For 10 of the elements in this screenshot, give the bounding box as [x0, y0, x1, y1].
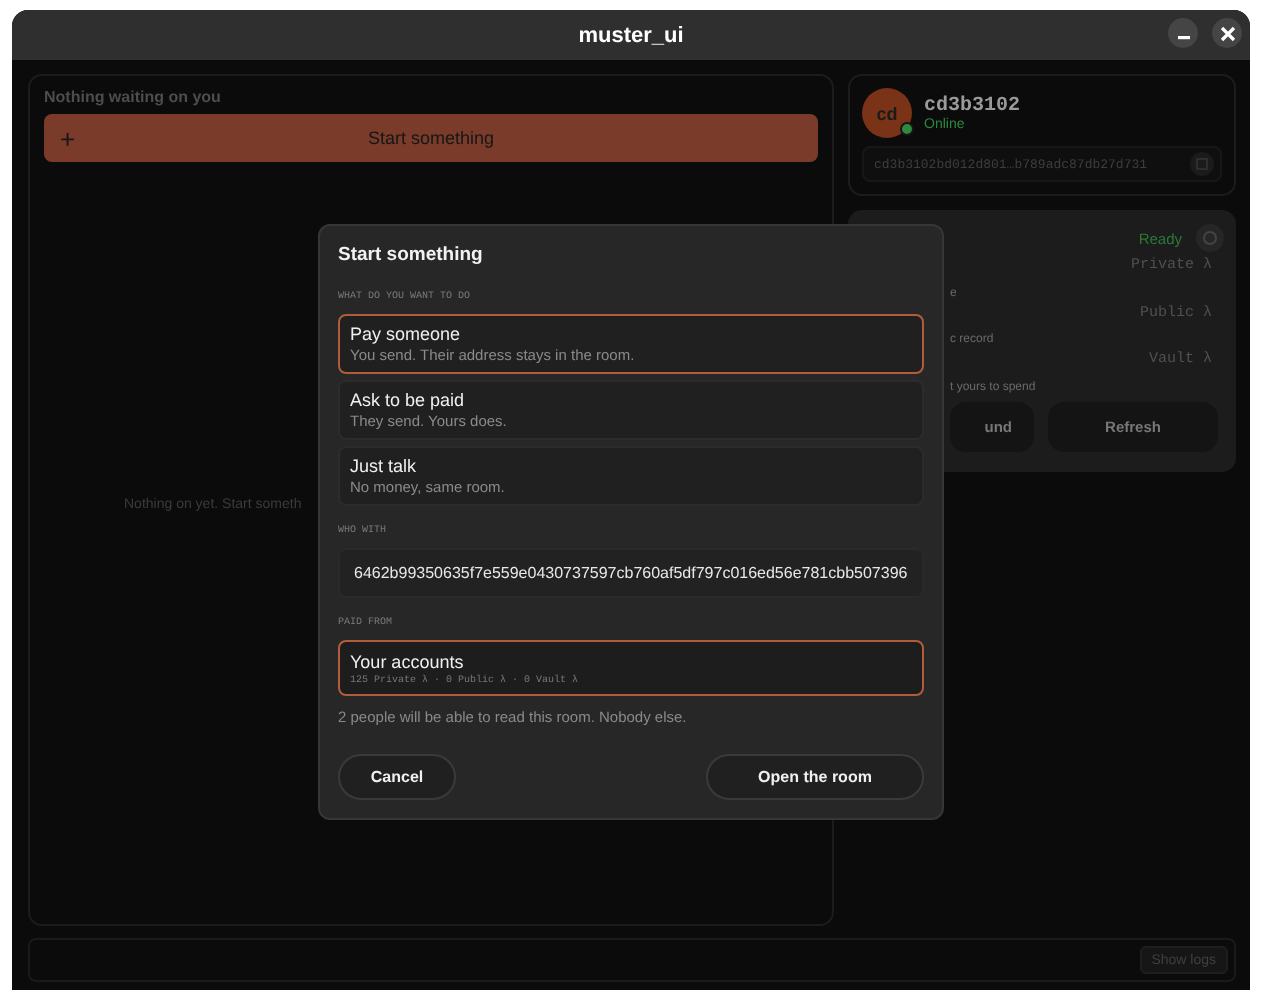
user-name: cd3b3102: [924, 95, 1021, 117]
close-icon[interactable]: [1212, 18, 1242, 48]
panel-heading: Nothing waiting on you: [44, 88, 223, 106]
cancel-button[interactable]: Cancel: [338, 754, 456, 800]
open-room-button[interactable]: Open the room: [706, 754, 924, 800]
window-title: muster_ui: [578, 23, 684, 47]
avatar: cd: [862, 88, 912, 138]
address-input[interactable]: 6462b99350635f7e559e0430737597cb760af5df797c016ed56e781cbb507396: [338, 548, 924, 598]
dialog-title: Start something: [338, 244, 485, 266]
minimize-icon[interactable]: [1168, 18, 1198, 48]
